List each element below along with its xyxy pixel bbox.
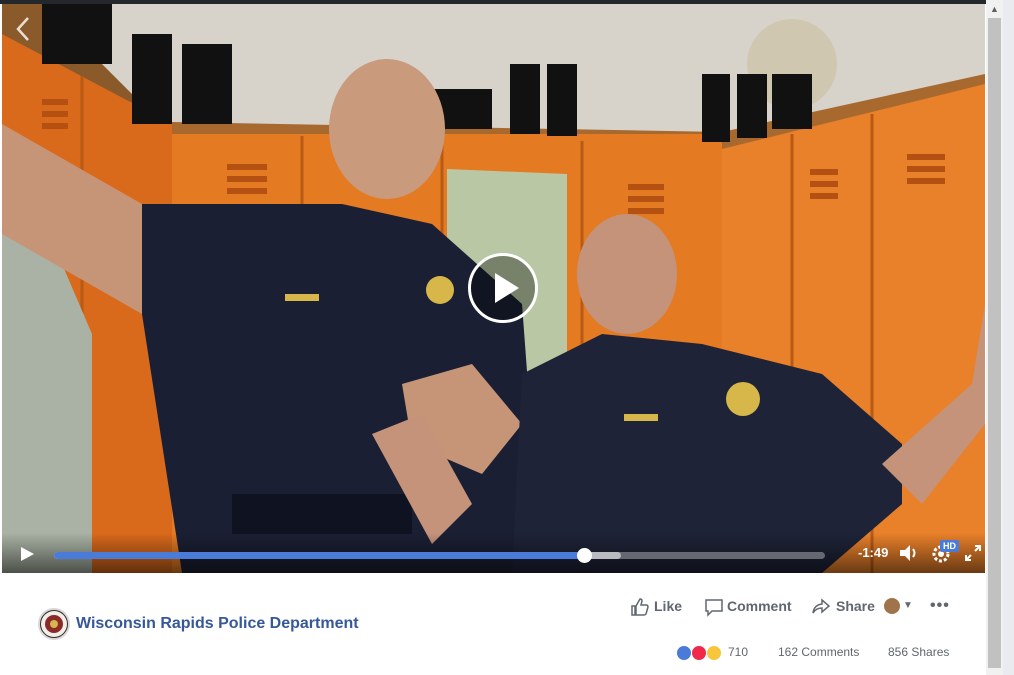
play-button[interactable] xyxy=(18,545,36,563)
video-controls: -1:49 HD xyxy=(2,533,985,573)
back-arrow-icon[interactable] xyxy=(12,14,34,44)
like-reaction-icon xyxy=(676,645,692,661)
time-remaining: -1:49 xyxy=(858,545,889,560)
page-name-link[interactable]: Wisconsin Rapids Police Department xyxy=(76,615,359,633)
share-label: Share xyxy=(836,598,875,614)
play-icon xyxy=(495,273,519,303)
like-icon xyxy=(631,598,649,616)
progress-bar[interactable] xyxy=(54,548,825,563)
reaction-count[interactable]: 710 xyxy=(728,645,748,659)
page-edge xyxy=(1003,0,1014,675)
scroll-up-icon[interactable]: ▲ xyxy=(986,2,1003,16)
commenter-avatar[interactable] xyxy=(884,598,900,614)
shares-count[interactable]: 856 Shares xyxy=(888,645,949,659)
more-options-icon[interactable]: ••• xyxy=(930,597,950,615)
play-overlay-button[interactable] xyxy=(468,253,538,323)
share-icon xyxy=(812,598,831,614)
volume-icon[interactable] xyxy=(898,543,920,563)
police-seal-icon xyxy=(41,611,67,637)
chevron-down-icon[interactable]: ▼ xyxy=(903,600,913,611)
comment-label: Comment xyxy=(727,598,792,614)
haha-reaction-icon xyxy=(706,645,722,661)
comment-icon xyxy=(705,599,723,617)
hd-badge: HD xyxy=(940,540,959,552)
fullscreen-icon[interactable] xyxy=(964,544,982,562)
video-player[interactable]: -1:49 HD xyxy=(2,4,985,573)
like-label: Like xyxy=(654,598,683,614)
progress-scrubber[interactable] xyxy=(577,548,593,563)
page-avatar[interactable] xyxy=(38,608,70,640)
progress-played xyxy=(54,552,585,559)
scrollbar[interactable]: ▲ xyxy=(986,0,1003,675)
love-reaction-icon xyxy=(691,645,707,661)
scroll-thumb[interactable] xyxy=(988,18,1001,668)
comments-count[interactable]: 162 Comments xyxy=(778,645,859,659)
